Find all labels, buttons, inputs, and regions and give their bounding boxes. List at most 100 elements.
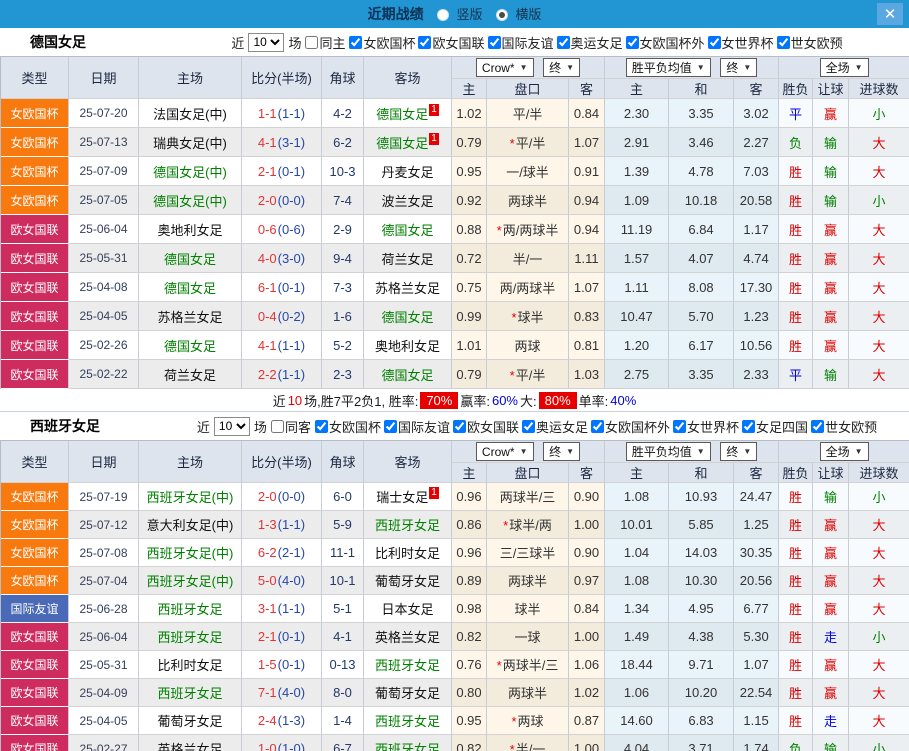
- competition-label: 欧女国联: [10, 630, 59, 644]
- score-cell: 1-1(1-1): [242, 99, 322, 128]
- half-time-score: (1-1): [277, 105, 306, 121]
- checkbox-input[interactable]: [591, 419, 605, 433]
- same-venue-checkbox[interactable]: 同主: [305, 33, 345, 52]
- away-odds: 0.90: [573, 489, 600, 504]
- match-date: 25-07-05: [79, 193, 128, 207]
- handicap-result-cell: 赢: [813, 244, 850, 273]
- mean-time-dropdown[interactable]: 终 ▼: [720, 58, 758, 77]
- competition-filter-checkbox[interactable]: 世女欧预: [811, 417, 877, 436]
- competition-filter-checkbox[interactable]: 女世界杯: [673, 417, 739, 436]
- checkbox-input[interactable]: [625, 35, 639, 49]
- corner-count: 6-2: [333, 134, 352, 150]
- checkbox-input[interactable]: [452, 419, 466, 433]
- checkbox-input[interactable]: [522, 419, 535, 433]
- away-odds: 0.94: [573, 192, 600, 208]
- competition-filter-checkbox[interactable]: 女足四国: [742, 417, 808, 436]
- checkbox-input[interactable]: [383, 419, 397, 433]
- subcol-away-mean: 客: [734, 79, 780, 99]
- score-cell: 4-0(3-0): [242, 244, 322, 273]
- draw-mean: 10.30: [684, 573, 718, 588]
- away-mean: 7.03: [743, 163, 769, 179]
- col-corner: 角球: [322, 57, 364, 99]
- competition-filter-checkbox[interactable]: 女欧国杯外: [591, 417, 670, 436]
- result-cell: 胜: [779, 157, 814, 186]
- goals-result-cell: 大: [849, 511, 909, 539]
- match-date: 25-07-19: [79, 489, 128, 504]
- checkbox-input[interactable]: [418, 35, 432, 49]
- odds-company-dropdown[interactable]: Crow* ▼: [475, 442, 534, 462]
- competition-label: 欧女国联: [10, 742, 59, 751]
- home-team-name: 德国女足: [163, 280, 216, 296]
- checkbox-input[interactable]: [556, 35, 570, 49]
- score-cell: 4-1(1-1): [242, 331, 322, 360]
- recent-count-select[interactable]: 10: [213, 416, 250, 436]
- competition-filter-checkbox[interactable]: 女世界杯: [707, 33, 774, 52]
- same-venue-checkbox-input[interactable]: [270, 419, 284, 433]
- handicap-cell: *平/半: [487, 128, 569, 157]
- goals-result-cell: 大: [849, 215, 909, 244]
- competition-cell: 女欧国杯: [1, 99, 69, 128]
- checkbox-input[interactable]: [673, 419, 687, 433]
- competition-filter-checkbox[interactable]: 国际友谊: [487, 33, 554, 52]
- checkbox-label: 国际友谊: [501, 35, 554, 51]
- odds-time-dropdown[interactable]: 终 ▼: [543, 57, 581, 77]
- match-date: 25-07-04: [79, 573, 128, 588]
- scope-dropdown[interactable]: 全场 ▼: [819, 58, 869, 77]
- horizontal-layout-radio[interactable]: [495, 9, 508, 21]
- away-odds: 1.07: [573, 279, 600, 295]
- near-label: 近: [196, 419, 210, 435]
- checkbox-input[interactable]: [314, 419, 328, 433]
- competition-filter-checkbox[interactable]: 女欧国杯外: [625, 33, 705, 52]
- checkbox-input[interactable]: [349, 35, 363, 49]
- away-odds: 1.06: [573, 657, 600, 672]
- home-odds-cell: 0.98: [452, 595, 487, 623]
- competition-filter-checkbox[interactable]: 女欧国杯: [314, 417, 381, 436]
- competition-filter-checkbox[interactable]: 奥运女足: [556, 33, 623, 52]
- odds-company-dropdown[interactable]: Crow* ▼: [475, 58, 534, 78]
- checkbox-input[interactable]: [811, 419, 825, 433]
- score-cell: 1-5(0-1): [242, 651, 322, 679]
- mean-time-dropdown[interactable]: 终 ▼: [720, 442, 758, 461]
- score-cell: 0-6(0-6): [242, 215, 322, 244]
- score-cell: 2-4(1-3): [242, 707, 322, 735]
- goals-result-cell: 小: [849, 99, 909, 128]
- checkbox-input[interactable]: [742, 419, 756, 433]
- home-team-cell: 意大利女足(中): [139, 511, 242, 539]
- competition-filter-checkbox[interactable]: 女欧国杯: [349, 33, 415, 52]
- home-mean-cell: 1.49: [605, 623, 670, 651]
- home-mean: 10.01: [620, 517, 653, 532]
- competition-filter-checkbox[interactable]: 欧女国联: [418, 33, 485, 52]
- away-team-name: 葡萄牙女足: [374, 574, 440, 589]
- vertical-layout-radio[interactable]: [437, 9, 450, 21]
- home-team-cell: 比利时女足: [139, 651, 242, 679]
- star-marker: *: [511, 309, 517, 325]
- away-odds-cell: 1.03: [569, 360, 606, 389]
- same-venue-checkbox[interactable]: 同客: [270, 417, 311, 436]
- checkbox-input[interactable]: [487, 35, 501, 49]
- summary-text: 大:: [520, 393, 537, 409]
- goals-result: 大: [872, 602, 886, 617]
- checkbox-input[interactable]: [707, 35, 721, 49]
- home-team-name: 法国女足(中): [153, 106, 227, 122]
- subcol-result: 胜负: [779, 79, 814, 99]
- handicap-result-cell: 赢: [813, 215, 850, 244]
- mean-type-dropdown[interactable]: 胜平负均值 ▼: [625, 58, 711, 77]
- odds-time-dropdown[interactable]: 终 ▼: [543, 441, 581, 461]
- checkbox-label: 女世界杯: [687, 419, 740, 435]
- full-time-score: 3-1: [257, 601, 277, 616]
- match-row: 欧女国联 25-06-04 奥地利女足 0-6(0-6) 2-9 德国女足 0.88 *两/两…: [1, 215, 909, 244]
- draw-mean: 6.83: [688, 713, 714, 728]
- same-venue-checkbox-input[interactable]: [305, 35, 319, 49]
- handicap-result-cell: 输: [813, 186, 850, 215]
- scope-dropdown[interactable]: 全场 ▼: [819, 442, 869, 461]
- close-button[interactable]: ✕: [877, 3, 903, 25]
- recent-count-select[interactable]: 10: [248, 32, 285, 52]
- competition-filter-checkbox[interactable]: 世女欧预: [776, 33, 843, 52]
- draw-mean-cell: 5.85: [669, 511, 735, 539]
- competition-filter-checkbox[interactable]: 国际友谊: [383, 417, 450, 436]
- competition-filter-checkbox[interactable]: 奥运女足: [522, 417, 588, 436]
- date-cell: 25-05-31: [69, 244, 139, 273]
- checkbox-input[interactable]: [776, 35, 790, 49]
- mean-type-dropdown[interactable]: 胜平负均值 ▼: [625, 442, 711, 461]
- competition-filter-checkbox[interactable]: 欧女国联: [452, 417, 519, 436]
